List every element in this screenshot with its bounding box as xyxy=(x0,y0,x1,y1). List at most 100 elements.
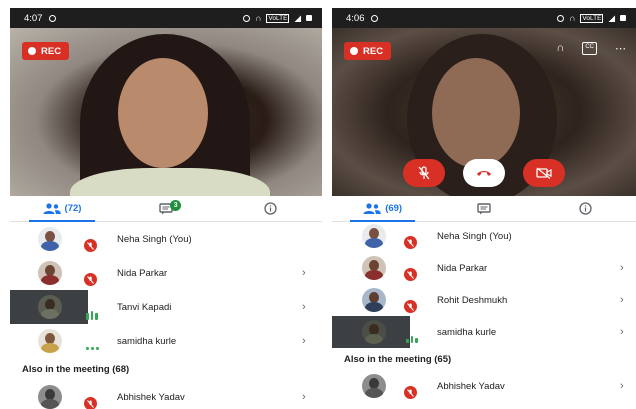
headset-icon: ∩ xyxy=(569,13,576,23)
participant-name: Abhishek Yadav xyxy=(117,391,185,403)
list-item[interactable]: Nida Parkar › xyxy=(332,252,636,284)
chat-icon xyxy=(477,202,491,214)
recording-label: REC xyxy=(41,45,62,57)
also-in-meeting-label: Also in the meeting (68) xyxy=(22,363,130,375)
meet-screen-right: 4:06 ∩ VoLTE ◢ REC ∩ CC ⋯ (69) Neha Sing… xyxy=(332,8,636,409)
typing-dots-icon xyxy=(86,347,99,350)
status-time: 4:06 xyxy=(346,12,365,24)
more-options-icon[interactable]: ⋯ xyxy=(615,42,626,55)
main-video[interactable]: REC ∩ CC ⋯ xyxy=(332,28,636,196)
participant-name: Neha Singh (You) xyxy=(437,230,512,242)
avatar xyxy=(362,256,386,280)
hang-up-icon xyxy=(477,171,491,176)
chevron-right-icon[interactable]: › xyxy=(620,380,624,392)
also-in-meeting-header: Also in the meeting (68) xyxy=(10,358,322,380)
chevron-right-icon[interactable]: › xyxy=(620,326,624,338)
info-icon xyxy=(263,202,277,215)
tab-info[interactable] xyxy=(218,196,322,221)
tab-people[interactable]: (69) xyxy=(332,196,433,222)
alarm-icon xyxy=(243,14,251,22)
avatar xyxy=(362,224,386,248)
chevron-right-icon[interactable]: › xyxy=(620,262,624,274)
mic-off-icon xyxy=(404,268,417,281)
list-item[interactable]: Rohit Deshmukh › xyxy=(332,284,636,316)
end-call-button[interactable] xyxy=(463,159,505,187)
participant-name: Abhishek Yadav xyxy=(437,380,505,392)
mic-off-icon xyxy=(418,166,430,180)
participant-name: Nida Parkar xyxy=(437,262,488,274)
chevron-right-icon[interactable]: › xyxy=(302,335,306,347)
meet-screen-left: 4:07 ∩ VoLTE ◢ REC (72) 3 Neha Singh (Yo… xyxy=(10,8,322,409)
also-in-meeting-label: Also in the meeting (65) xyxy=(344,353,452,365)
audio-output-icon[interactable]: ∩ xyxy=(556,42,564,55)
chat-unread-badge: 3 xyxy=(170,200,182,211)
people-count: (69) xyxy=(385,203,403,214)
main-video[interactable]: REC xyxy=(10,28,322,196)
avatar xyxy=(38,227,62,251)
camera-off-icon xyxy=(536,167,552,179)
recording-dot-icon xyxy=(28,47,36,55)
notification-icon xyxy=(48,14,56,22)
participant-name: Rohit Deshmukh xyxy=(437,294,508,306)
list-item[interactable]: samidha kurle › xyxy=(10,324,322,358)
battery-icon xyxy=(620,15,626,21)
tab-people[interactable]: (72) xyxy=(10,196,114,222)
call-controls xyxy=(332,159,636,187)
volte-label: VoLTE xyxy=(580,13,604,23)
mic-toggle-button[interactable] xyxy=(403,159,445,187)
mic-off-icon xyxy=(404,300,417,313)
recording-badge: REC xyxy=(22,42,70,60)
participant-name: samidha kurle xyxy=(437,326,497,338)
avatar xyxy=(38,261,62,285)
status-icons: ∩ VoLTE ◢ xyxy=(243,13,312,24)
chevron-right-icon[interactable]: › xyxy=(302,391,306,403)
chevron-right-icon[interactable]: › xyxy=(620,294,624,306)
meeting-tabs: (72) 3 xyxy=(10,196,322,222)
chevron-right-icon[interactable]: › xyxy=(302,301,306,313)
mic-off-icon xyxy=(84,239,97,252)
avatar xyxy=(38,295,62,319)
list-item[interactable]: Neha Singh (You) xyxy=(10,222,322,256)
list-item[interactable]: Abhishek Yadav › xyxy=(10,380,322,409)
participant-list: Neha Singh (You) Nida Parkar › Tanvi Kap… xyxy=(10,222,322,409)
notification-icon xyxy=(370,14,378,22)
list-item[interactable]: Abhishek Yadav › xyxy=(332,370,636,402)
video-subject-face xyxy=(432,58,520,168)
speaking-indicator-icon xyxy=(86,311,98,320)
alarm-icon xyxy=(557,14,565,22)
list-item[interactable]: Nida Parkar › xyxy=(10,256,322,290)
info-icon xyxy=(579,202,592,215)
people-count: (72) xyxy=(64,203,82,214)
list-item[interactable]: Neha Singh (You) xyxy=(332,220,636,252)
camera-toggle-button[interactable] xyxy=(523,159,565,187)
avatar xyxy=(362,374,386,398)
chevron-right-icon[interactable]: › xyxy=(302,267,306,279)
avatar xyxy=(362,320,386,344)
people-icon xyxy=(363,203,382,214)
mic-off-icon xyxy=(84,273,97,286)
people-icon xyxy=(43,203,61,214)
participant-name: Neha Singh (You) xyxy=(117,233,192,245)
status-time: 4:07 xyxy=(24,12,43,24)
signal-icon: ◢ xyxy=(294,12,301,23)
headset-icon: ∩ xyxy=(255,13,262,23)
status-icons: ∩ VoLTE ◢ xyxy=(557,13,626,24)
video-subject-face xyxy=(118,58,208,168)
tab-chat[interactable]: 3 xyxy=(114,196,218,221)
avatar xyxy=(38,385,62,409)
recording-label: REC xyxy=(363,45,384,57)
mic-off-icon xyxy=(404,236,417,249)
signal-icon: ◢ xyxy=(608,12,615,23)
tab-chat[interactable] xyxy=(433,196,534,221)
avatar xyxy=(362,288,386,312)
tab-info[interactable] xyxy=(535,196,636,221)
avatar xyxy=(38,329,62,353)
recording-badge: REC xyxy=(344,42,392,60)
list-item[interactable]: samidha kurle › xyxy=(332,316,636,348)
participant-name: Tanvi Kapadi xyxy=(117,301,172,313)
battery-icon xyxy=(306,15,312,21)
participant-name: Nida Parkar xyxy=(117,267,168,279)
list-item[interactable]: Tanvi Kapadi › xyxy=(10,290,322,324)
mic-off-icon xyxy=(84,397,97,409)
captions-icon[interactable]: CC xyxy=(582,42,597,55)
